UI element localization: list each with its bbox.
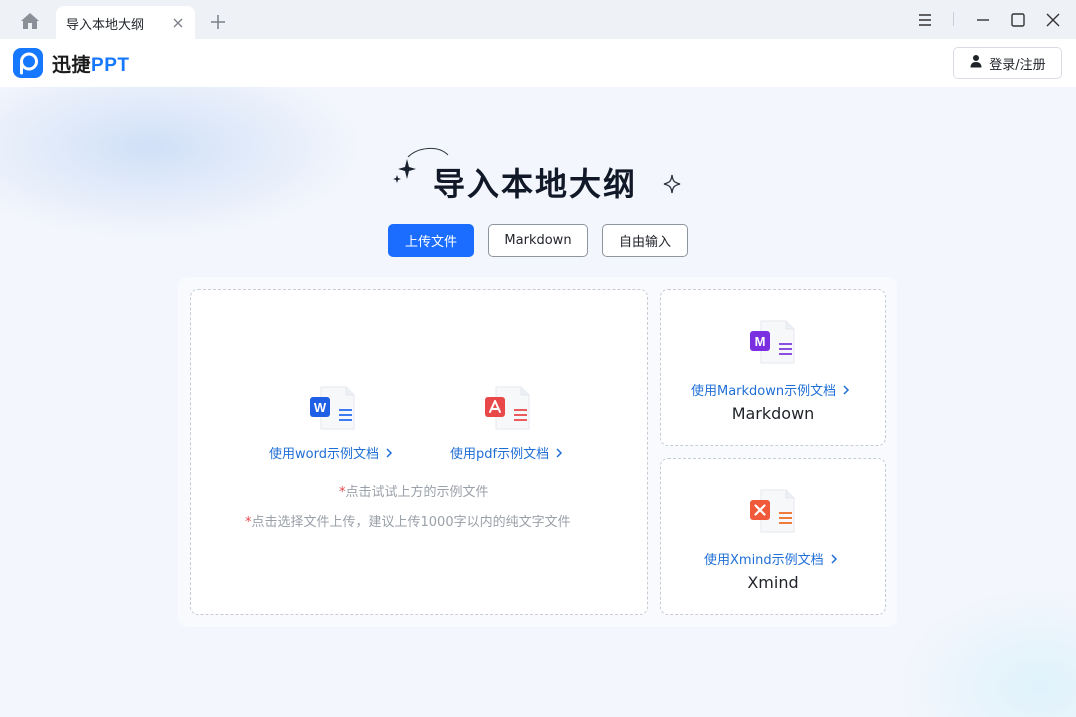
markdown-file-icon: M	[749, 318, 797, 368]
mode-free-input-button[interactable]: 自由输入	[602, 224, 688, 257]
markdown-icon-letter: M	[755, 334, 766, 349]
markdown-card-label: Markdown	[731, 404, 815, 423]
word-file-icon: W	[309, 384, 357, 434]
maximize-icon[interactable]	[1008, 10, 1028, 30]
logo-icon	[13, 48, 43, 78]
word-sample-label: 使用word示例文档	[269, 447, 379, 462]
login-label: 登录/注册	[989, 57, 1046, 73]
mode-upload-file-button[interactable]: 上传文件	[388, 224, 474, 257]
chevron-right-icon	[556, 447, 563, 458]
window-divider	[953, 12, 954, 26]
plus-icon[interactable]	[208, 12, 228, 32]
word-sample-link[interactable]: 使用word示例文档	[269, 443, 393, 462]
tab-import-outline[interactable]: 导入本地大纲	[56, 6, 195, 39]
pdf-sample-label: 使用pdf示例文档	[450, 447, 550, 462]
main-content: 导入本地大纲 上传文件 Markdown 自由输入 W 使用word示例文档 使…	[0, 87, 1076, 717]
pdf-file-icon	[484, 384, 532, 434]
page-title: 导入本地大纲	[433, 165, 638, 203]
logo-text-cn: 迅捷	[52, 55, 92, 76]
chevron-right-icon	[386, 447, 393, 458]
mode-markdown-button[interactable]: Markdown	[488, 224, 588, 257]
hint-try-sample: *点击试试上方的示例文件	[339, 481, 489, 500]
markdown-sample-link[interactable]: 使用Markdown示例文档	[691, 380, 850, 399]
hint-upload-guide: *点击选择文件上传，建议上传1000字以内的纯文字文件	[245, 511, 571, 530]
tab-title: 导入本地大纲	[66, 18, 145, 33]
tab-bar: 导入本地大纲	[0, 0, 1076, 39]
pdf-sample-link[interactable]: 使用pdf示例文档	[450, 443, 563, 462]
user-icon	[969, 54, 983, 72]
chevron-right-icon	[843, 384, 850, 395]
markdown-sample-label: 使用Markdown示例文档	[691, 384, 837, 399]
word-icon-letter: W	[314, 400, 327, 415]
import-panel: W 使用word示例文档 使用pdf示例文档 *点击试试上方的示例文件 *点击选…	[178, 277, 897, 627]
xmind-card-label: Xmind	[747, 573, 799, 592]
logo-text: 迅捷PPT	[52, 50, 129, 77]
markdown-card[interactable]: M 使用Markdown示例文档 Markdown	[660, 289, 886, 446]
login-button[interactable]: 登录/注册	[953, 47, 1062, 79]
minimize-icon[interactable]	[973, 10, 993, 30]
home-icon[interactable]	[18, 10, 42, 32]
hint-try-sample-text: 点击试试上方的示例文件	[345, 485, 489, 500]
star-outline-icon	[663, 174, 681, 194]
xmind-sample-link[interactable]: 使用Xmind示例文档	[704, 549, 838, 568]
app-header: 迅捷PPT 登录/注册	[0, 39, 1076, 87]
xmind-file-icon	[749, 487, 797, 537]
logo-text-en: PPT	[91, 55, 130, 76]
window-close-icon[interactable]	[1043, 10, 1063, 30]
close-icon[interactable]	[171, 15, 185, 29]
xmind-card[interactable]: 使用Xmind示例文档 Xmind	[660, 458, 886, 615]
chevron-right-icon	[831, 553, 837, 564]
file-upload-dropzone[interactable]: W 使用word示例文档 使用pdf示例文档 *点击试试上方的示例文件 *点击选…	[190, 289, 648, 615]
xmind-sample-label: 使用Xmind示例文档	[704, 553, 824, 568]
hint-upload-guide-text: 点击选择文件上传，建议上传1000字以内的纯文字文件	[251, 515, 571, 530]
menu-icon[interactable]	[915, 10, 935, 30]
title-area: 导入本地大纲	[390, 147, 690, 207]
